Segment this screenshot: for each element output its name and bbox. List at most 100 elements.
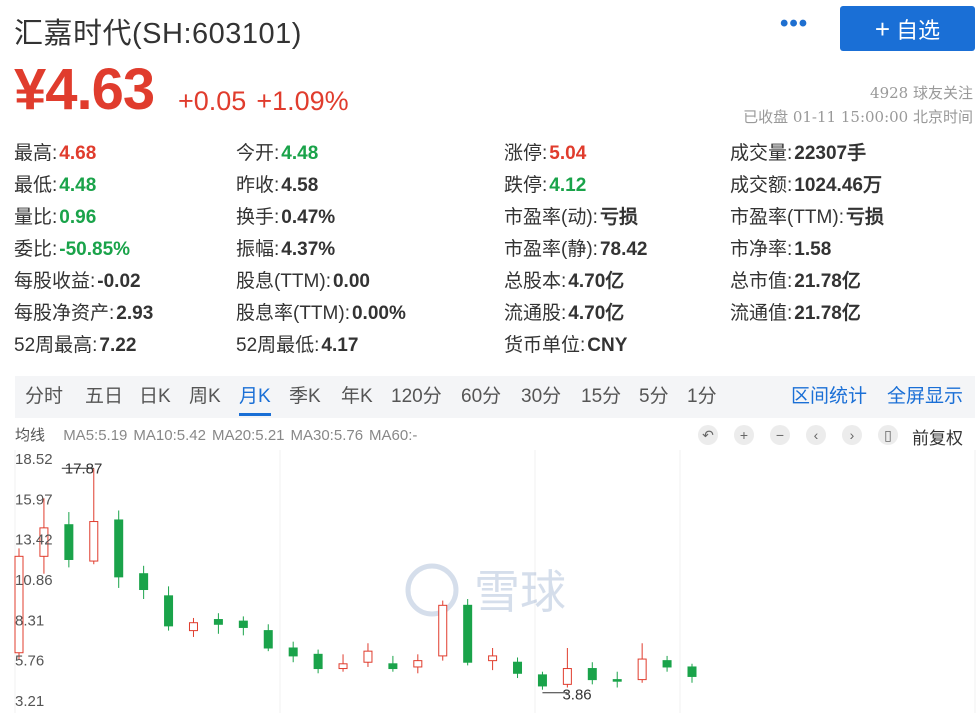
quote-stat: 成交量: 22307手: [730, 138, 866, 170]
quote-stat-value: 4.70亿: [568, 271, 625, 292]
tab-period[interactable]: 120分: [391, 376, 442, 418]
y-tick-label: 13.42: [15, 532, 53, 549]
candle-body: [537, 674, 547, 687]
quote-stat-label: 振幅:: [236, 239, 280, 260]
quote-stat-label: 委比:: [14, 239, 58, 260]
quote-stat: 52周最低: 4.17: [236, 330, 358, 362]
quote-stat-label: 总股本:: [504, 271, 567, 292]
quote-stat: 流通股: 4.70亿: [504, 298, 624, 330]
quote-stat: 量比: 0.96: [14, 202, 96, 234]
plus-icon: +: [874, 13, 891, 44]
tab-period[interactable]: 年K: [341, 376, 373, 418]
ma-value: MA20:5.21: [211, 427, 285, 444]
quote-stat: 振幅: 4.37%: [236, 234, 335, 266]
candle-body: [363, 650, 373, 663]
price-adjust-select[interactable]: 前复权: [912, 424, 963, 449]
quote-stat: 跌停: 4.12: [504, 170, 586, 202]
quote-stat-value: 4.17: [321, 335, 359, 356]
tab-period[interactable]: 1分: [687, 376, 717, 418]
quote-stat: 每股收益: -0.02: [14, 266, 141, 298]
fullscreen-link[interactable]: 全屏显示: [887, 376, 963, 418]
candle-body: [14, 555, 24, 654]
candle-body: [562, 668, 572, 685]
zoom-in-icon[interactable]: +: [734, 425, 754, 445]
tab-period[interactable]: 五日: [85, 376, 123, 418]
quote-stat-label: 量比:: [14, 207, 58, 228]
tab-period[interactable]: 季K: [289, 376, 321, 418]
candle-body: [263, 630, 273, 649]
quote-stat: 货币单位: CNY: [504, 330, 627, 362]
scroll-left-icon[interactable]: ‹: [806, 425, 826, 445]
ma-value: MA60:-: [369, 427, 418, 444]
y-tick-label: 3.21: [15, 693, 44, 710]
quote-stat: 昨收: 4.58: [236, 170, 318, 202]
quote-stat-value: 0.47%: [281, 207, 336, 228]
quote-stat-label: 昨收:: [236, 175, 280, 196]
quote-stat-label: 总市值:: [730, 271, 793, 292]
quote-stat-label: 52周最低:: [236, 335, 320, 356]
y-tick-label: 18.52: [15, 451, 53, 468]
kline-chart[interactable]: 雪球 18.52 15.97 13.42 10.86 8.31 5.76 3.21 17.87 3…: [0, 450, 979, 713]
quote-stat: 市盈率(动): 亏损: [504, 202, 638, 234]
quote-stat-label: 货币单位:: [504, 335, 586, 356]
candle-body: [488, 655, 498, 662]
watermark-logo-icon: [405, 563, 459, 617]
tab-period[interactable]: 5分: [639, 376, 669, 418]
tab-period[interactable]: 30分: [521, 376, 561, 418]
quote-stat-value: 4.68: [59, 143, 97, 164]
candle-body: [188, 622, 198, 632]
market-status-time: 已收盘 01-11 15:00:00 北京时间: [743, 108, 973, 126]
scroll-right-icon[interactable]: ›: [842, 425, 862, 445]
candle-body: [213, 619, 223, 625]
quote-stat-label: 股息率(TTM):: [236, 303, 350, 324]
quote-stat-label: 最低:: [14, 175, 58, 196]
tab-period[interactable]: 分时: [25, 376, 63, 418]
tab-period[interactable]: 60分: [461, 376, 501, 418]
quote-stat: 换手: 0.47%: [236, 202, 335, 234]
ma-value: MA5:5.19: [63, 427, 128, 444]
candle-type-icon[interactable]: ▯: [878, 425, 898, 445]
candle-body: [313, 653, 323, 670]
quote-stat: 总股本: 4.70亿: [504, 266, 624, 298]
quote-stat-label: 流通股:: [504, 303, 567, 324]
ma-title: 均线: [15, 427, 46, 444]
quote-stat-value: 4.37%: [281, 239, 336, 260]
quote-stat-label: 今开:: [236, 143, 280, 164]
y-tick-label: 15.97: [15, 491, 53, 508]
quote-stat-label: 每股收益:: [14, 271, 96, 292]
quote-stat-value: 4.48: [59, 175, 97, 196]
add-watchlist-label: 自选: [896, 17, 941, 43]
quote-stat: 最高: 4.68: [14, 138, 96, 170]
zoom-out-icon[interactable]: −: [770, 425, 790, 445]
current-price: ¥4.63: [14, 57, 155, 122]
ma-value: MA10:5.42: [133, 427, 206, 444]
quote-stat-value: 21.78亿: [794, 271, 861, 292]
undo-icon[interactable]: ↶: [698, 425, 718, 445]
moving-average-bar: 均线 MA5:5.19 MA10:5.42 MA20:5.21 MA30:5.76 MA…: [15, 424, 423, 445]
tab-period[interactable]: 周K: [189, 376, 221, 418]
quote-stat-label: 市盈率(动):: [504, 207, 598, 228]
quote-stat: 流通值: 21.78亿: [730, 298, 861, 330]
price-change: +0.05 +1.09%: [178, 86, 349, 117]
quote-stat: 最低: 4.48: [14, 170, 96, 202]
range-stats-link[interactable]: 区间统计: [791, 376, 867, 418]
quote-stat-value: 5.04: [549, 143, 587, 164]
quote-stat-label: 每股净资产:: [14, 303, 115, 324]
tab-period[interactable]: 日K: [139, 376, 171, 418]
add-watchlist-button[interactable]: + 自选: [840, 6, 975, 51]
watermark-text: 雪球: [474, 565, 566, 619]
tab-period[interactable]: 月K: [239, 376, 271, 418]
followers-count[interactable]: 4928 球友关注: [870, 82, 973, 103]
quote-stat: 市盈率(静): 78.42: [504, 234, 647, 266]
max-price-label: 17.87: [65, 460, 103, 477]
quote-stat: 52周最高: 7.22: [14, 330, 136, 362]
quote-stat-value: 4.48: [281, 143, 319, 164]
candle-body: [338, 663, 348, 670]
y-tick-label: 8.31: [15, 612, 44, 629]
tab-period[interactable]: 15分: [581, 376, 621, 418]
more-dots-icon[interactable]: •••: [780, 12, 808, 36]
quote-stat-value: 7.22: [99, 335, 137, 356]
quote-stat-label: 涨停:: [504, 143, 548, 164]
change-amount: +0.05: [178, 86, 247, 116]
quote-stat: 市盈率(TTM): 亏损: [730, 202, 884, 234]
